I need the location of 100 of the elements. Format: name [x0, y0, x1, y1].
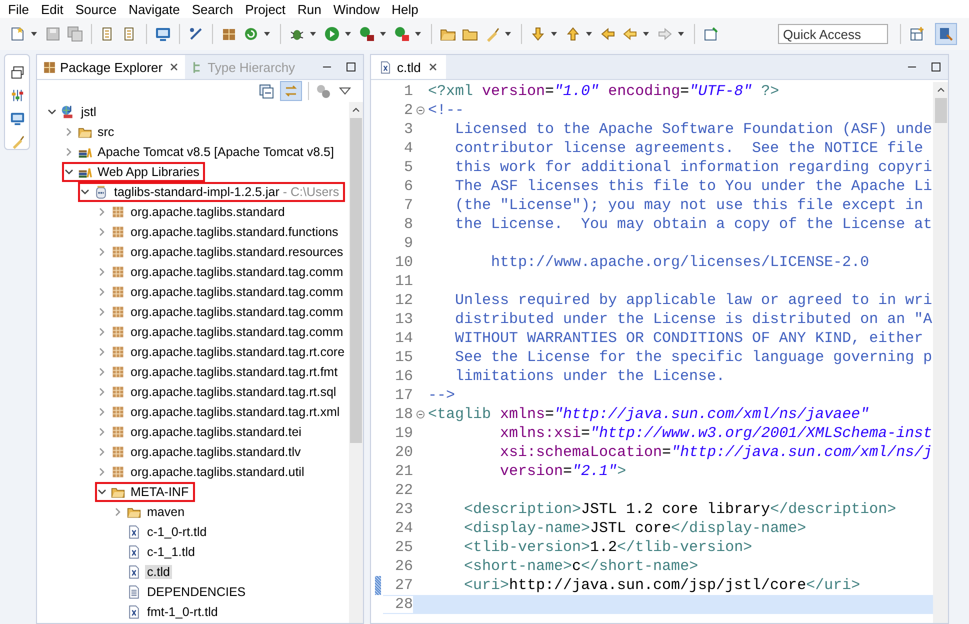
chevron-right-icon[interactable] [96, 227, 106, 237]
tree-item[interactable]: c-1_1.tld [111, 542, 201, 562]
quick-access-field[interactable]: Quick Access [778, 24, 888, 44]
chevron-right-icon[interactable] [96, 407, 106, 417]
chevron-down-icon[interactable] [47, 107, 57, 117]
tree-item[interactable]: org.apache.taglibs.standard.tlv [94, 442, 307, 462]
chevron-right-icon[interactable] [96, 467, 106, 477]
dropdown-caret-icon[interactable] [677, 30, 685, 38]
down-arrow-icon[interactable] [530, 26, 546, 42]
menu-item[interactable]: Source [69, 2, 123, 16]
tree-item[interactable]: org.apache.taglibs.standard.util [94, 462, 310, 482]
chevron-right-icon[interactable] [96, 247, 106, 257]
refresh-icon[interactable] [243, 26, 259, 42]
view-tab[interactable]: Package Explorer [37, 55, 185, 79]
tree-item[interactable]: org.apache.taglibs.standard.functions [94, 222, 344, 242]
tree-item[interactable]: c-1_0-rt.tld [111, 522, 213, 542]
chevron-right-icon[interactable] [64, 147, 74, 157]
tree-item[interactable]: maven [111, 502, 191, 522]
chevron-right-icon[interactable] [96, 427, 106, 437]
tree-item[interactable]: org.apache.taglibs.standard.tag.rt.xml [94, 402, 346, 422]
tree-item[interactable]: org.apache.taglibs.standard.tag.comm [94, 262, 349, 282]
restore-icon[interactable] [10, 65, 24, 80]
chevron-right-icon[interactable] [96, 347, 106, 357]
tree-item[interactable]: c.tld [111, 562, 176, 582]
tree-item[interactable]: org.apache.taglibs.standard.tag.rt.sql [94, 382, 342, 402]
dropdown-caret-icon[interactable] [379, 30, 387, 38]
menu-item[interactable]: Window [327, 2, 386, 16]
monitor-icon[interactable] [10, 111, 24, 126]
run-tool-icon[interactable] [359, 26, 375, 42]
maximize-icon[interactable] [345, 61, 357, 73]
dropdown-caret-icon[interactable] [344, 30, 352, 38]
chevron-down-icon[interactable] [64, 167, 74, 177]
chevron-right-icon[interactable] [64, 127, 74, 137]
dropdown-caret-icon[interactable] [550, 30, 558, 38]
tree-item[interactable]: DEPENDENCIES [111, 582, 252, 602]
menu-item[interactable]: Search [186, 2, 240, 16]
scroll-thumb[interactable] [934, 98, 946, 123]
maximize-icon[interactable] [930, 61, 942, 73]
scrollbar[interactable] [349, 102, 363, 623]
run-icon[interactable] [324, 26, 340, 42]
dropdown-caret-icon[interactable] [504, 30, 512, 38]
open-perspective-icon[interactable] [909, 26, 925, 42]
tree-item[interactable]: Apache Tomcat v8.5 [Apache Tomcat v8.5] [62, 142, 340, 162]
dropdown-caret-icon[interactable] [30, 30, 38, 38]
close-icon[interactable] [428, 62, 438, 72]
dropdown-caret-icon[interactable] [309, 30, 317, 38]
dropdown-caret-icon[interactable] [263, 30, 271, 38]
chevron-right-icon[interactable] [96, 207, 106, 217]
tree-item[interactable]: org.apache.taglibs.standard.tag.rt.core [94, 342, 349, 362]
chevron-down-icon[interactable] [80, 187, 90, 197]
menu-item[interactable]: Help [386, 2, 424, 16]
pen-icon[interactable] [188, 26, 204, 42]
chevron-right-icon[interactable] [96, 287, 106, 297]
tree-item[interactable]: org.apache.taglibs.standard [94, 202, 291, 222]
tree-item[interactable]: jstl [45, 102, 102, 122]
tree-item[interactable]: taglibs-standard-impl-1.2.5.jar - C:\Users [78, 182, 346, 202]
chevron-right-icon[interactable] [96, 327, 106, 337]
up-arrow-icon[interactable] [565, 26, 581, 42]
note-icon[interactable] [703, 26, 719, 42]
tree-item[interactable]: src [62, 122, 120, 142]
chevron-right-icon[interactable] [96, 307, 106, 317]
save-icon[interactable] [45, 26, 61, 42]
dropdown-caret-icon[interactable] [414, 30, 422, 38]
scroll-thumb[interactable] [350, 118, 362, 443]
java-perspective-button[interactable] [935, 23, 957, 45]
scrollbar[interactable] [933, 82, 948, 623]
box-icon[interactable] [221, 26, 237, 42]
tree-item[interactable]: org.apache.taglibs.standard.tag.comm [94, 322, 349, 342]
chevron-down-icon[interactable] [96, 487, 106, 497]
tree-item[interactable]: META-INF [94, 482, 195, 502]
tree-item[interactable]: fmt-1_0-rt.tld [111, 602, 224, 622]
menu-item[interactable]: Run [292, 2, 328, 16]
menu-item[interactable]: File [2, 2, 35, 16]
chevron-right-icon[interactable] [113, 507, 123, 517]
back-arrow-icon[interactable] [600, 26, 616, 42]
tree-item[interactable]: org.apache.taglibs.standard.tei [94, 422, 308, 442]
editor-tab[interactable]: c.tld [371, 55, 446, 79]
dropdown-caret-icon[interactable] [642, 30, 650, 38]
chevron-right-icon[interactable] [96, 447, 106, 457]
chevron-right-icon[interactable] [96, 267, 106, 277]
tree-item[interactable]: org.apache.taglibs.standard.tag.comm [94, 282, 349, 302]
menu-item[interactable]: Project [239, 2, 292, 16]
collapse-all-icon[interactable] [258, 83, 274, 99]
save-all-icon[interactable] [67, 26, 83, 42]
dropdown-caret-icon[interactable] [585, 30, 593, 38]
menu-item[interactable]: Navigate [122, 2, 186, 16]
new-file-icon[interactable] [10, 26, 26, 42]
tree-item[interactable]: Web App Libraries [62, 162, 206, 182]
monitor-icon[interactable] [155, 26, 171, 42]
close-icon[interactable] [168, 62, 179, 72]
tree-item[interactable]: org.apache.taglibs.standard.resources [94, 242, 349, 262]
fold-icon[interactable] [416, 410, 425, 419]
stop-tool-icon[interactable] [394, 26, 410, 42]
chevron-right-icon[interactable] [96, 387, 106, 397]
fold-icon[interactable] [416, 106, 425, 115]
tree-item[interactable]: org.apache.taglibs.standard.tag.rt.fmt [94, 362, 344, 382]
menu-item[interactable]: Edit [34, 2, 70, 16]
sliders-icon[interactable] [10, 88, 24, 103]
chevron-right-icon[interactable] [96, 367, 106, 377]
tree-item[interactable]: org.apache.taglibs.standard.tag.comm [94, 302, 349, 322]
